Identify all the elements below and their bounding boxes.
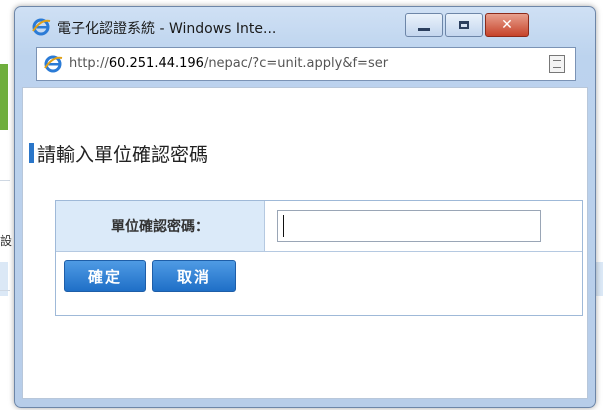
heading-accent-bar bbox=[29, 143, 34, 163]
internet-explorer-icon bbox=[32, 18, 51, 36]
url-prefix: http:// bbox=[69, 56, 109, 71]
background-app-divider-2 bbox=[0, 290, 10, 291]
background-app-blue-strip-right bbox=[596, 262, 603, 296]
page-title: 請輸入單位確認密碼 bbox=[37, 144, 209, 166]
maximize-icon bbox=[459, 21, 469, 29]
password-form: 單位確認密碼： 確定 取消 bbox=[55, 200, 583, 316]
background-app-text: 設 bbox=[0, 234, 13, 248]
url-path: /nepac/?c=unit.apply&f=ser bbox=[203, 56, 389, 71]
text-cursor bbox=[283, 215, 284, 237]
minimize-icon bbox=[418, 27, 430, 31]
popup-window: 電子化認證系統 - Windows Inte... ✕ http://60.25… bbox=[14, 6, 596, 408]
cancel-button[interactable]: 取消 bbox=[152, 260, 236, 292]
ok-button[interactable]: 確定 bbox=[64, 260, 146, 292]
title-bar[interactable]: 電子化認證系統 - Windows Inte... ✕ bbox=[15, 7, 595, 43]
internet-explorer-icon bbox=[44, 55, 63, 73]
address-bar[interactable]: http://60.251.44.196/nepac/?c=unit.apply… bbox=[36, 47, 576, 81]
maximize-button[interactable] bbox=[445, 13, 483, 37]
page-content: 請輸入單位確認密碼 單位確認密碼： 確定 取消 bbox=[22, 87, 588, 399]
window-title: 電子化認證系統 - Windows Inte... bbox=[57, 21, 277, 37]
close-button[interactable]: ✕ bbox=[485, 13, 529, 37]
url-text: http://60.251.44.196/nepac/?c=unit.apply… bbox=[69, 56, 388, 71]
page-icon[interactable] bbox=[549, 55, 565, 73]
background-app-divider bbox=[0, 180, 10, 181]
password-label: 單位確認密碼： bbox=[56, 201, 265, 252]
url-host: 60.251.44.196 bbox=[108, 56, 204, 71]
close-icon: ✕ bbox=[501, 17, 513, 33]
password-input[interactable] bbox=[277, 210, 541, 242]
background-app-green-strip bbox=[0, 64, 8, 130]
button-row: 確定 取消 bbox=[56, 252, 582, 292]
password-input-cell bbox=[265, 201, 582, 252]
minimize-button[interactable] bbox=[405, 13, 443, 37]
